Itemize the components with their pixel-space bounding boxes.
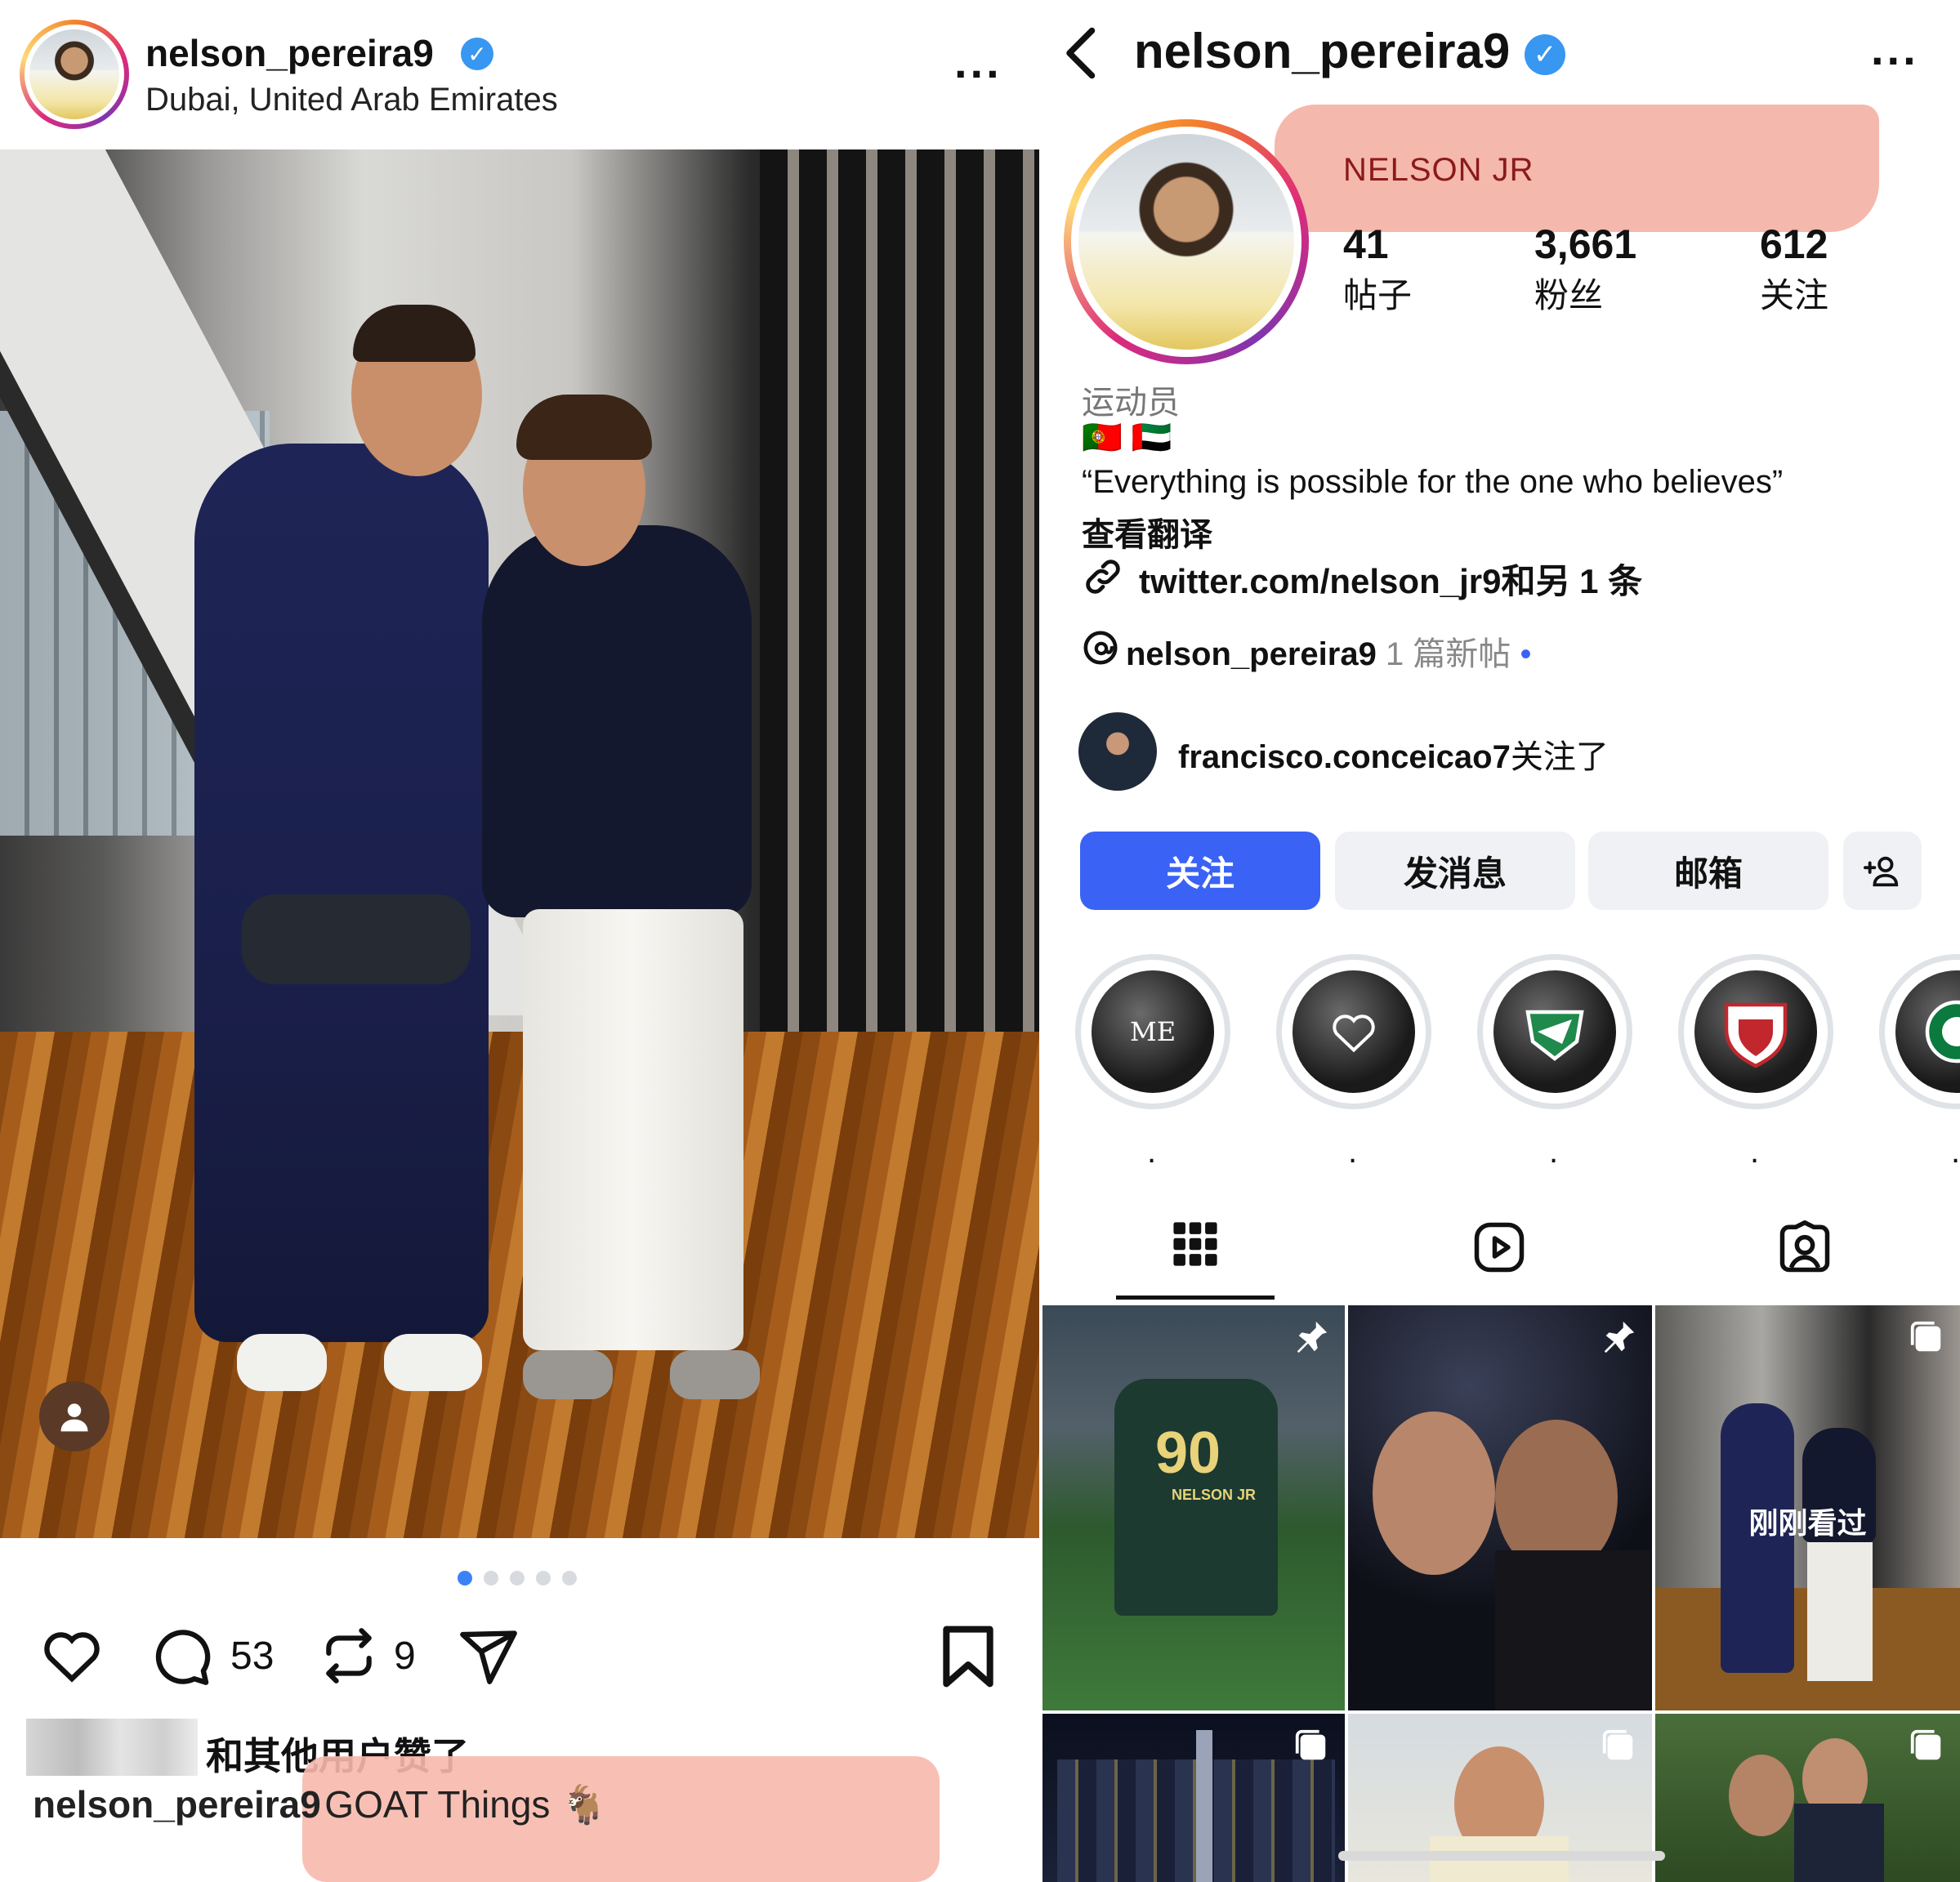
bio-flags: 🇵🇹 🇦🇪	[1082, 420, 1172, 456]
display-name: NELSON JR	[1343, 152, 1534, 188]
mutual-follower-avatar[interactable]	[1078, 712, 1157, 791]
profile-category: 运动员	[1082, 385, 1180, 421]
tagged-people-icon[interactable]	[39, 1381, 109, 1452]
posts-grid-tab[interactable]	[1172, 1220, 1219, 1272]
tagged-icon	[1779, 1220, 1830, 1273]
reels-icon	[1474, 1222, 1525, 1273]
carousel-icon	[1602, 1729, 1633, 1760]
grid-post-1[interactable]: 90 NELSON JR	[1041, 1305, 1345, 1710]
verified-badge-icon: ✓	[461, 38, 493, 70]
bio-link[interactable]: twitter.com/nelson_jr9和另 1 条	[1139, 554, 1642, 604]
carousel-indicator	[458, 1571, 577, 1585]
grid-post-3[interactable]: 刚刚看过	[1655, 1305, 1960, 1710]
mutual-follower-username[interactable]: francisco.conceicao7	[1178, 739, 1511, 775]
active-tab-indicator	[1116, 1296, 1275, 1300]
highlight-sporting-label: .	[1951, 1134, 1960, 1170]
tagged-tab[interactable]	[1778, 1220, 1832, 1278]
highlight-green-club-label: .	[1549, 1134, 1559, 1170]
highlight-green-club[interactable]	[1477, 954, 1632, 1109]
repost-count: 9	[394, 1634, 416, 1678]
reels-tab[interactable]	[1472, 1220, 1526, 1278]
caption-text: GOAT Things 🐐	[324, 1783, 608, 1826]
more-options-icon[interactable]: ...	[954, 39, 1002, 85]
comment-count: 53	[230, 1634, 275, 1678]
threads-username[interactable]: nelson_pereira9	[1126, 636, 1377, 672]
share-icon[interactable]	[458, 1626, 520, 1692]
profile-avatar[interactable]	[1064, 119, 1309, 364]
stat-following[interactable]: 612 关注	[1760, 221, 1828, 318]
save-bookmark-icon[interactable]	[938, 1624, 998, 1693]
grid-post-4[interactable]	[1041, 1714, 1345, 1882]
pinned-icon	[1604, 1321, 1635, 1354]
post-author-username[interactable]: nelson_pereira9	[145, 31, 434, 75]
panel-divider	[1039, 0, 1043, 1882]
highlight-me[interactable]: ME	[1075, 954, 1230, 1109]
stat-posts[interactable]: 41 帖子	[1343, 221, 1412, 318]
stat-followers[interactable]: 3,661 粉丝	[1534, 221, 1636, 318]
repost-icon[interactable]	[319, 1626, 379, 1690]
heart-icon	[1333, 1015, 1375, 1053]
bio-link-url[interactable]: twitter.com/nelson_jr9	[1139, 562, 1501, 600]
follow-button[interactable]: 关注	[1080, 832, 1320, 910]
pinned-icon	[1297, 1321, 1328, 1354]
threads-icon	[1082, 629, 1119, 671]
verified-badge-icon: ✓	[1525, 34, 1565, 75]
grid-post-6[interactable]	[1655, 1714, 1960, 1882]
carousel-icon	[1295, 1729, 1326, 1760]
person-ronaldo	[194, 444, 489, 1342]
recently-viewed-label: 刚刚看过	[1748, 1506, 1867, 1540]
mutual-follower-text[interactable]: francisco.conceicao7关注了	[1178, 730, 1609, 778]
suggest-people-button[interactable]	[1843, 832, 1922, 910]
comment-icon[interactable]	[150, 1626, 212, 1692]
post-photo[interactable]	[0, 149, 1041, 1538]
profile-username-title: nelson_pereira9	[1134, 24, 1511, 78]
carousel-icon	[1910, 1321, 1941, 1352]
highlight-santa-clara[interactable]	[1678, 954, 1833, 1109]
highlight-heart[interactable]	[1276, 954, 1431, 1109]
home-indicator	[1338, 1851, 1665, 1861]
carousel-icon	[1910, 1729, 1941, 1760]
santa-clara-crest	[1724, 1002, 1788, 1068]
highlight-sporting[interactable]	[1879, 954, 1960, 1109]
highlight-heart-label: .	[1348, 1134, 1358, 1170]
link-icon	[1082, 555, 1124, 602]
jersey-name: NELSON JR	[1172, 1487, 1257, 1503]
mutual-follower-suffix: 关注了	[1510, 739, 1609, 775]
threads-new-posts: 1 篇新帖	[1385, 636, 1511, 672]
bio-quote: “Everything is possible for the one who …	[1082, 464, 1784, 500]
email-button[interactable]: 邮箱	[1588, 832, 1828, 910]
bio-link-more[interactable]: 和另 1 条	[1501, 562, 1642, 600]
grid-icon	[1173, 1222, 1217, 1266]
back-chevron-icon[interactable]	[1057, 25, 1106, 86]
highlight-me-label: .	[1147, 1134, 1157, 1170]
post-author-avatar[interactable]	[20, 20, 129, 129]
like-icon[interactable]	[39, 1626, 105, 1687]
liked-by-avatars-blurred[interactable]	[26, 1719, 198, 1776]
profile-panel: nelson_pereira9 ✓ ... NELSON JR 41 帖子 3,…	[1041, 0, 1960, 1882]
more-options-icon[interactable]: ...	[1871, 26, 1919, 72]
threads-unread-dot: •	[1520, 636, 1532, 672]
highlight-santa-clara-label: .	[1750, 1134, 1760, 1170]
jersey-number: 90	[1155, 1420, 1221, 1486]
message-button[interactable]: 发消息	[1335, 832, 1575, 910]
post-panel: nelson_pereira9 ✓ Dubai, United Arab Emi…	[0, 0, 1041, 1882]
caption: nelson_pereira9 GOAT Things 🐐	[33, 1782, 607, 1827]
grid-post-2[interactable]	[1348, 1305, 1652, 1710]
threads-badge[interactable]: nelson_pereira9 1 篇新帖 •	[1126, 627, 1531, 675]
caption-username[interactable]: nelson_pereira9	[33, 1783, 321, 1826]
sporting-crest	[1925, 1000, 1960, 1064]
green-club-crest	[1525, 1010, 1584, 1061]
post-location[interactable]: Dubai, United Arab Emirates	[145, 82, 558, 118]
person-nelson	[482, 525, 752, 917]
see-translation-link[interactable]: 查看翻译	[1082, 508, 1212, 555]
redaction-block	[242, 894, 471, 984]
